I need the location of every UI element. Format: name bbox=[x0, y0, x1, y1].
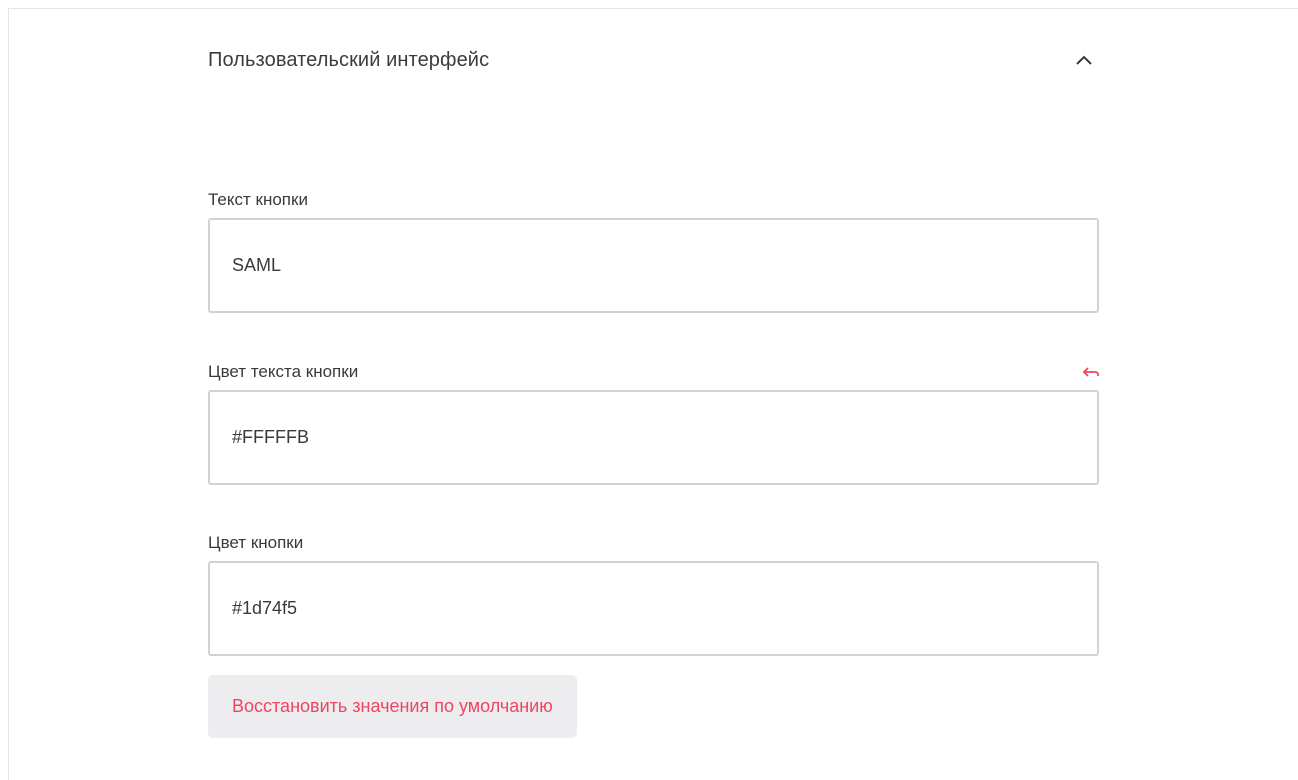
button-color-field: Цвет кнопки bbox=[208, 531, 1099, 656]
button-text-color-input[interactable] bbox=[208, 390, 1099, 485]
button-color-input[interactable] bbox=[208, 561, 1099, 656]
section-header[interactable]: Пользовательский интерфейс bbox=[208, 40, 1098, 80]
button-text-color-field: Цвет текста кнопки bbox=[208, 360, 1099, 485]
button-text-input[interactable] bbox=[208, 218, 1099, 313]
section-title: Пользовательский интерфейс bbox=[208, 48, 490, 71]
button-color-label: Цвет кнопки bbox=[208, 533, 304, 552]
restore-defaults-button[interactable]: Восстановить значения по умолчанию bbox=[208, 675, 577, 738]
chevron-up-icon[interactable] bbox=[1070, 46, 1098, 74]
button-text-color-label: Цвет текста кнопки bbox=[208, 362, 359, 381]
button-text-label: Текст кнопки bbox=[208, 190, 308, 209]
button-text-field: Текст кнопки bbox=[208, 188, 1099, 313]
undo-arrow-icon[interactable] bbox=[1079, 360, 1103, 384]
